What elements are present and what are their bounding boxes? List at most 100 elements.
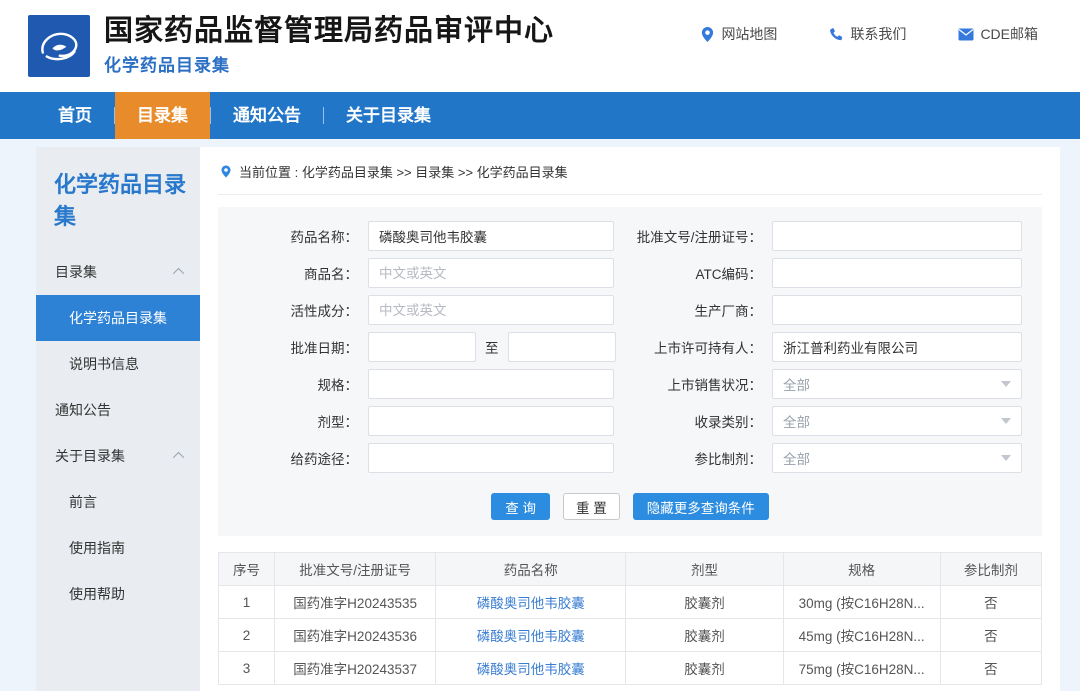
drug-name-link[interactable]: 磷酸奥司他韦胶囊 (436, 652, 626, 685)
nav-item-about-catalog[interactable]: 关于目录集 (324, 92, 453, 139)
search-form-buttons: 查 询 重 置 隐藏更多查询条件 (218, 493, 1042, 520)
chevron-down-icon (1001, 381, 1011, 387)
trade-name-label: 商品名： (218, 263, 368, 283)
cde-logo (28, 15, 90, 77)
cell-dosage-form: 胶囊剂 (626, 586, 783, 619)
main-content: 当前位置 : 化学药品目录集 >> 目录集 >> 化学药品目录集 药品名称： 商… (200, 147, 1060, 691)
chevron-down-icon (1001, 455, 1011, 461)
cell-approval-number: 国药准字H20243537 (274, 652, 435, 685)
reference-preparation-select[interactable]: 全部 (772, 443, 1022, 473)
cell-index: 1 (219, 586, 275, 619)
contact-us-link[interactable]: 联系我们 (829, 24, 906, 44)
reset-button[interactable]: 重 置 (563, 493, 620, 520)
col-header-index: 序号 (219, 553, 275, 586)
dosage-form-input[interactable] (368, 406, 614, 436)
drug-name-input[interactable] (368, 221, 614, 251)
approval-date-start-input[interactable] (368, 332, 476, 362)
cell-dosage-form: 胶囊剂 (626, 652, 783, 685)
nav-item-catalog[interactable]: 目录集 (115, 92, 210, 139)
cell-reference-preparation: 否 (940, 586, 1041, 619)
sidebar-item-label: 使用指南 (69, 538, 125, 558)
header-utility-links: 网站地图 联系我们 CDE邮箱 (700, 24, 1038, 44)
sidebar-item-label: 前言 (69, 492, 97, 512)
dosage-form-label: 剂型： (218, 411, 368, 431)
phone-icon (829, 27, 844, 42)
col-header-drug-name: 药品名称 (436, 553, 626, 586)
sidebar-item-label: 目录集 (55, 262, 97, 282)
sidebar-title: 化学药品目录集 (36, 169, 200, 249)
active-ingredient-label: 活性成分： (218, 300, 368, 320)
approval-date-end-input[interactable] (508, 332, 616, 362)
sidebar-item-label: 通知公告 (55, 400, 111, 420)
location-pin-icon (220, 164, 232, 179)
trade-name-input[interactable] (368, 258, 614, 288)
site-title: 国家药品监督管理局药品审评中心 (104, 16, 554, 48)
cell-approval-number: 国药准字H20243536 (274, 619, 435, 652)
site-header: 国家药品监督管理局药品审评中心 化学药品目录集 网站地图 联系我们 CDE邮箱 (0, 0, 1080, 92)
search-form: 药品名称： 商品名： 活性成分： 批准日期： 至 (218, 207, 1042, 536)
cell-specification: 45mg (按C16H28N... (783, 619, 940, 652)
inclusion-category-selected-value: 全部 (783, 411, 810, 431)
swirl-logo-icon (33, 20, 85, 72)
reference-preparation-selected-value: 全部 (783, 448, 810, 468)
active-ingredient-input[interactable] (368, 295, 614, 325)
admin-route-label: 给药途径： (218, 448, 368, 468)
sidebar-item-user-guide[interactable]: 使用指南 (36, 525, 200, 571)
page-container: 化学药品目录集 目录集 化学药品目录集 说明书信息 通知公告 关于目录集 前言 … (36, 147, 1060, 691)
drug-name-link[interactable]: 磷酸奥司他韦胶囊 (436, 586, 626, 619)
sidebar-item-about-catalog[interactable]: 关于目录集 (36, 433, 200, 479)
main-nav: 首页 目录集 通知公告 关于目录集 (0, 92, 1080, 139)
search-form-left-column: 药品名称： 商品名： 活性成分： 批准日期： 至 (218, 221, 630, 480)
approval-date-label: 批准日期： (218, 337, 368, 357)
col-header-approval-number: 批准文号/注册证号 (274, 553, 435, 586)
mah-label: 上市许可持有人： (630, 337, 772, 357)
col-header-reference-preparation: 参比制剂 (940, 553, 1041, 586)
market-status-select[interactable]: 全部 (772, 369, 1022, 399)
search-form-right-column: 批准文号/注册证号： ATC编码： 生产厂商： 上市许可持有人： (630, 221, 1042, 480)
market-status-label: 上市销售状况： (630, 374, 772, 394)
drug-name-label: 药品名称： (218, 226, 368, 246)
sidebar-item-chemical-drug-catalog[interactable]: 化学药品目录集 (36, 295, 200, 341)
reference-preparation-label: 参比制剂： (630, 448, 772, 468)
manufacturer-input[interactable] (772, 295, 1022, 325)
table-row: 2 国药准字H20243536 磷酸奥司他韦胶囊 胶囊剂 45mg (按C16H… (219, 619, 1042, 652)
sidebar-item-notices[interactable]: 通知公告 (36, 387, 200, 433)
sidebar-item-label: 使用帮助 (69, 584, 125, 604)
search-button[interactable]: 查 询 (491, 493, 550, 520)
col-header-specification: 规格 (783, 553, 940, 586)
table-row: 3 国药准字H20243537 磷酸奥司他韦胶囊 胶囊剂 75mg (按C16H… (219, 652, 1042, 685)
cell-reference-preparation: 否 (940, 652, 1041, 685)
drug-name-link[interactable]: 磷酸奥司他韦胶囊 (436, 619, 626, 652)
sitemap-link-label: 网站地图 (721, 24, 777, 44)
inclusion-category-select[interactable]: 全部 (772, 406, 1022, 436)
mah-input[interactable] (772, 332, 1022, 362)
specification-input[interactable] (368, 369, 614, 399)
hide-more-criteria-button[interactable]: 隐藏更多查询条件 (633, 493, 769, 520)
manufacturer-label: 生产厂商： (630, 300, 772, 320)
sidebar-item-label-info[interactable]: 说明书信息 (36, 341, 200, 387)
sidebar-item-catalog[interactable]: 目录集 (36, 249, 200, 295)
contact-us-link-label: 联系我们 (850, 24, 906, 44)
cell-specification: 30mg (按C16H28N... (783, 586, 940, 619)
cde-mail-link[interactable]: CDE邮箱 (958, 24, 1038, 44)
sidebar-item-foreword[interactable]: 前言 (36, 479, 200, 525)
sidebar-item-label: 关于目录集 (55, 446, 125, 466)
nav-item-notices[interactable]: 通知公告 (211, 92, 323, 139)
chevron-up-icon (173, 452, 184, 463)
col-header-dosage-form: 剂型 (626, 553, 783, 586)
admin-route-input[interactable] (368, 443, 614, 473)
sidebar-item-help[interactable]: 使用帮助 (36, 571, 200, 617)
results-table: 序号 批准文号/注册证号 药品名称 剂型 规格 参比制剂 1 国药准字H2024… (218, 552, 1042, 685)
cell-specification: 75mg (按C16H28N... (783, 652, 940, 685)
cell-approval-number: 国药准字H20243535 (274, 586, 435, 619)
approval-number-input[interactable] (772, 221, 1022, 251)
cell-index: 2 (219, 619, 275, 652)
sitemap-link[interactable]: 网站地图 (700, 24, 777, 44)
sidebar: 化学药品目录集 目录集 化学药品目录集 说明书信息 通知公告 关于目录集 前言 … (36, 147, 200, 691)
nav-item-home[interactable]: 首页 (36, 92, 114, 139)
atc-code-input[interactable] (772, 258, 1022, 288)
table-row: 1 国药准字H20243535 磷酸奥司他韦胶囊 胶囊剂 30mg (按C16H… (219, 586, 1042, 619)
market-status-selected-value: 全部 (783, 374, 810, 394)
sidebar-item-label: 化学药品目录集 (69, 308, 167, 328)
approval-number-label: 批准文号/注册证号： (630, 226, 772, 246)
